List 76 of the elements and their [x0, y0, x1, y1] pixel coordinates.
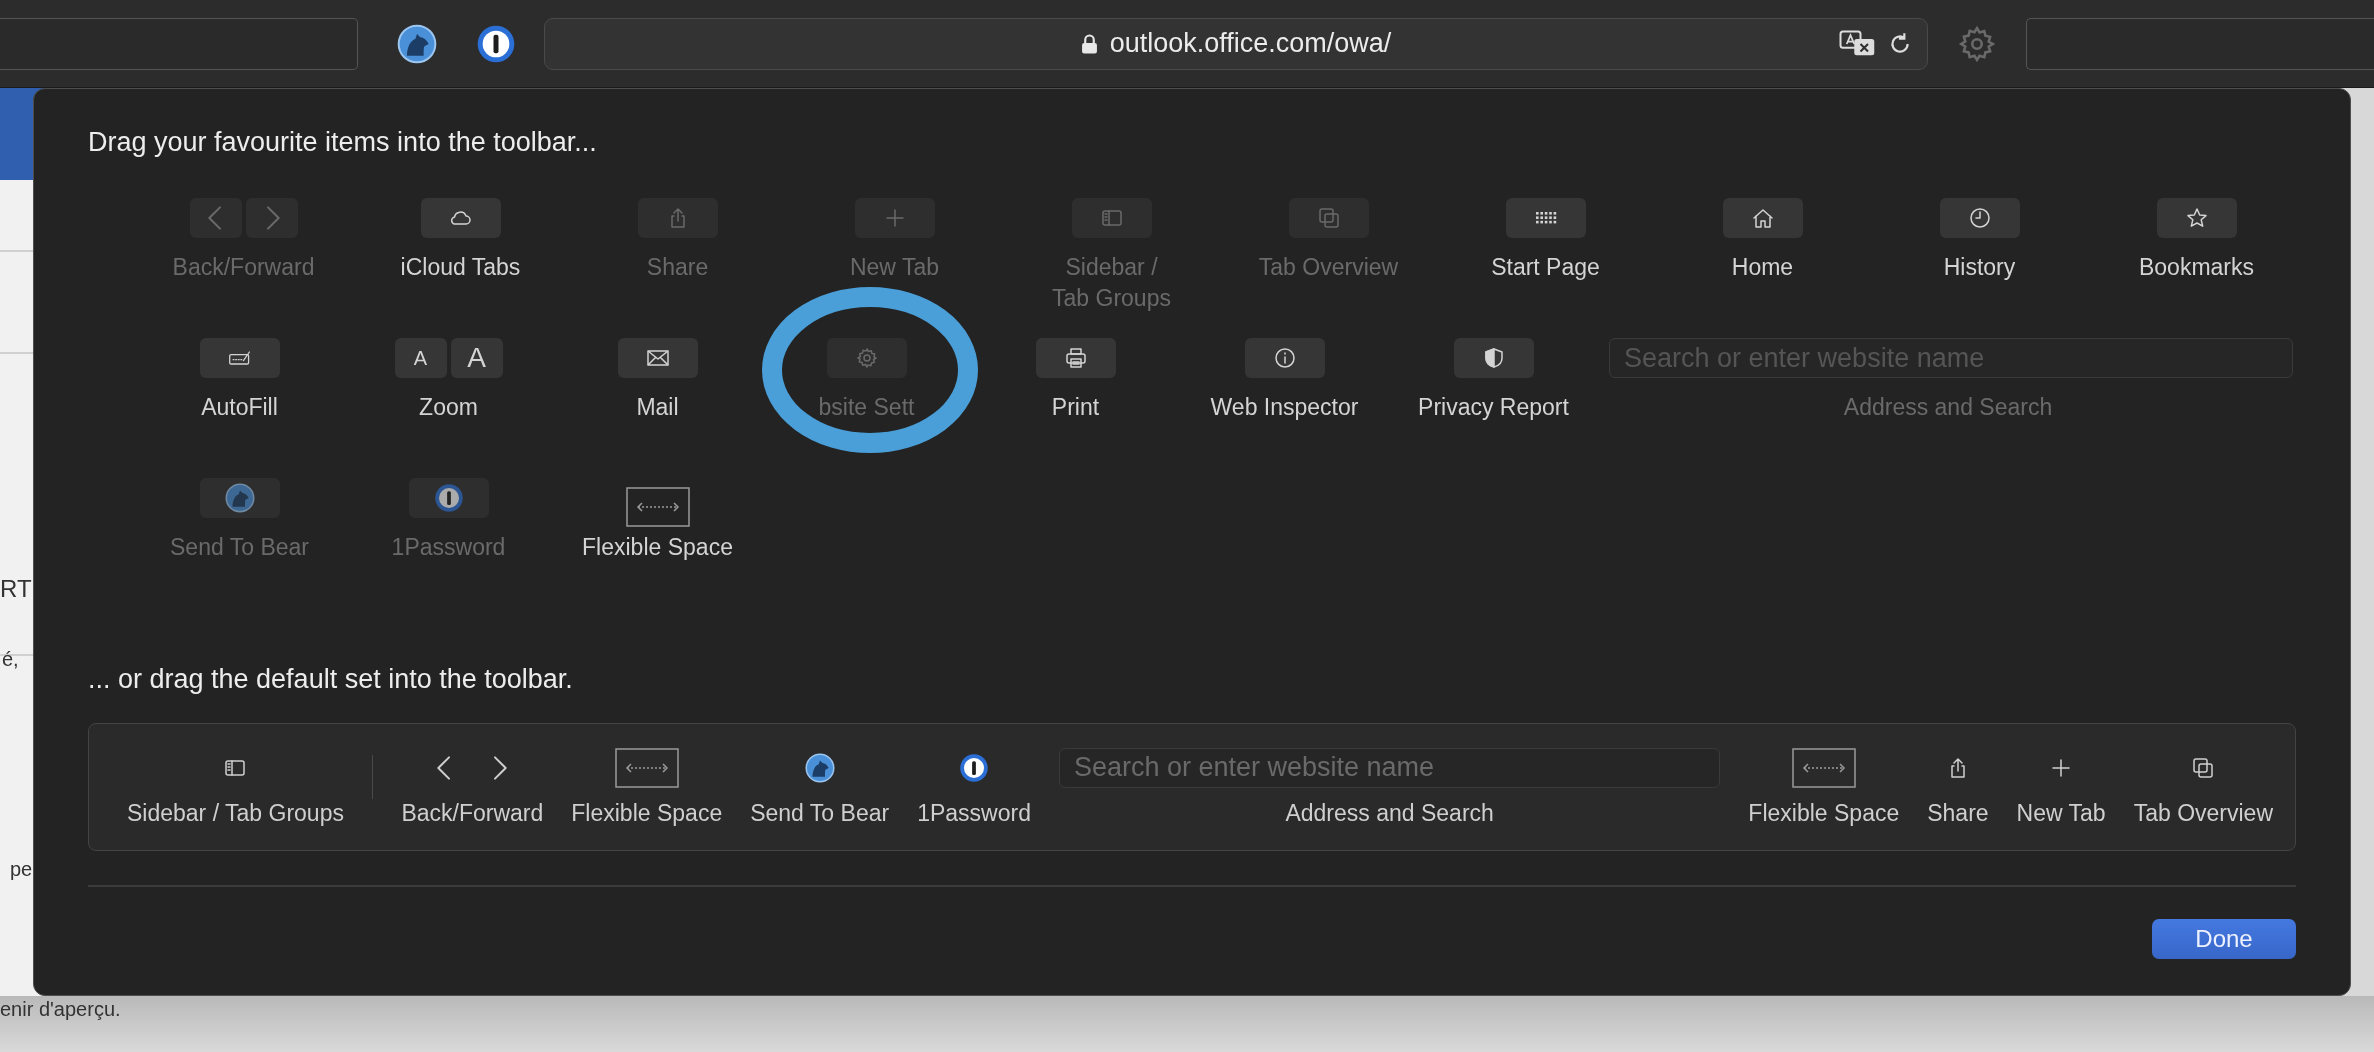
- info-icon: [1272, 346, 1297, 370]
- item-label: History: [1943, 253, 2016, 282]
- lock-icon: [1080, 32, 1098, 55]
- done-button[interactable]: Done: [2152, 918, 2296, 959]
- home-icon: [1750, 206, 1775, 230]
- section-title: ... or drag the default set into the toolbar.: [88, 664, 574, 695]
- item-label: Flexible Space: [582, 533, 733, 562]
- toolbar-item-button[interactable]: [1244, 338, 1325, 378]
- gear-icon: [854, 346, 879, 370]
- flexible-space-icon: [613, 747, 680, 788]
- default-toolbar-set[interactable]: Sidebar / Tab Groups Back/Forward Flexible Space Send To Bear 1Password Search or enter website name Address and Search Flexible Space Share New Tab Tab Overview: [88, 723, 2296, 851]
- zoom-out-button[interactable]: A: [394, 338, 447, 378]
- item-label: bsite Sett: [818, 393, 915, 422]
- item-label: Share: [646, 253, 709, 282]
- toolbar-item-button[interactable]: [199, 338, 280, 378]
- star-icon: [2184, 206, 2209, 230]
- toolbar-item-button[interactable]: [617, 338, 698, 378]
- toolbar-item-button[interactable]: [1453, 338, 1534, 378]
- item-label: Web Inspector: [1210, 393, 1359, 422]
- clock-icon: [1967, 206, 1992, 230]
- item-label: Home: [1731, 253, 1794, 282]
- toolbar-item-button[interactable]: [1722, 198, 1803, 238]
- settings-icon[interactable]: [1958, 24, 1996, 63]
- item-label: Bookmarks: [2138, 253, 2254, 282]
- toolbar-item-button[interactable]: [1939, 198, 2020, 238]
- toolbar-item-button[interactable]: [1505, 198, 1586, 238]
- item-label: Tab Overview: [2133, 799, 2273, 827]
- message-text: é,: [2, 648, 19, 671]
- text-field[interactable]: [0, 17, 358, 70]
- item-label: Privacy Report: [1418, 393, 1569, 422]
- bear-icon: [804, 752, 835, 783]
- item-label: 1Password: [917, 799, 1031, 827]
- keyhole-icon: [476, 23, 516, 64]
- toolbar-item-button[interactable]: [420, 198, 501, 238]
- printer-icon: [1063, 346, 1088, 370]
- item-label: iCloud Tabs: [400, 253, 521, 282]
- tabs-icon: [2191, 755, 2216, 780]
- toolbar-extension-button[interactable]: [397, 23, 437, 64]
- flexible-space-icon: [1790, 747, 1857, 788]
- item-label: Back/Forward: [401, 799, 544, 827]
- item-label: Flexible Space: [1748, 799, 1900, 827]
- item-label: Send To Bear: [170, 533, 309, 562]
- message-text: enir d'aperçu.: [0, 998, 121, 1021]
- item-label: AutoFill: [201, 393, 278, 422]
- keyhole-icon: [433, 483, 464, 513]
- item-label: 1Password: [391, 533, 506, 562]
- sheet-title: Drag your favourite items into the toolbar...: [88, 127, 598, 158]
- address-bar[interactable]: outlook.office.com/owa/: [544, 17, 1928, 70]
- item-label: Mail: [636, 393, 679, 422]
- item-label: Tab Overview: [1258, 253, 1399, 282]
- message-text: pe: [10, 858, 33, 881]
- item-label: Print: [1051, 393, 1100, 422]
- item-label: Zoom: [419, 393, 478, 422]
- bear-icon: [224, 483, 255, 513]
- keyhole-icon: [959, 752, 990, 783]
- tabs-icon: [1316, 206, 1341, 230]
- zoom-in-button[interactable]: A: [450, 338, 503, 378]
- url-text: outlook.office.com/owa/: [1109, 28, 1392, 59]
- bear-icon: [397, 23, 437, 64]
- item-label: Flexible Space: [571, 799, 723, 827]
- text-field[interactable]: [2026, 17, 2374, 70]
- item-label: Address and Search: [1843, 393, 2053, 422]
- item-label: Sidebar / Tab Groups: [127, 799, 344, 827]
- item-label: Back/Forward: [172, 253, 315, 282]
- item-label: Sidebar / Tab Groups: [1052, 253, 1171, 314]
- toolbar-extension-button[interactable]: [476, 23, 516, 64]
- item-label: Start Page: [1491, 253, 1600, 282]
- toolbar-item-button[interactable]: [2156, 198, 2237, 238]
- toolbar-item-button[interactable]: [1035, 338, 1116, 378]
- item-label: Address and Search: [1285, 799, 1494, 827]
- message-text: RT: [0, 575, 32, 603]
- item-label: Share: [1927, 799, 1989, 827]
- item-label: New Tab: [849, 253, 940, 282]
- item-label: Send To Bear: [750, 799, 890, 827]
- item-label: New Tab: [2016, 799, 2106, 827]
- address-field: Search or enter website name: [1058, 747, 1721, 788]
